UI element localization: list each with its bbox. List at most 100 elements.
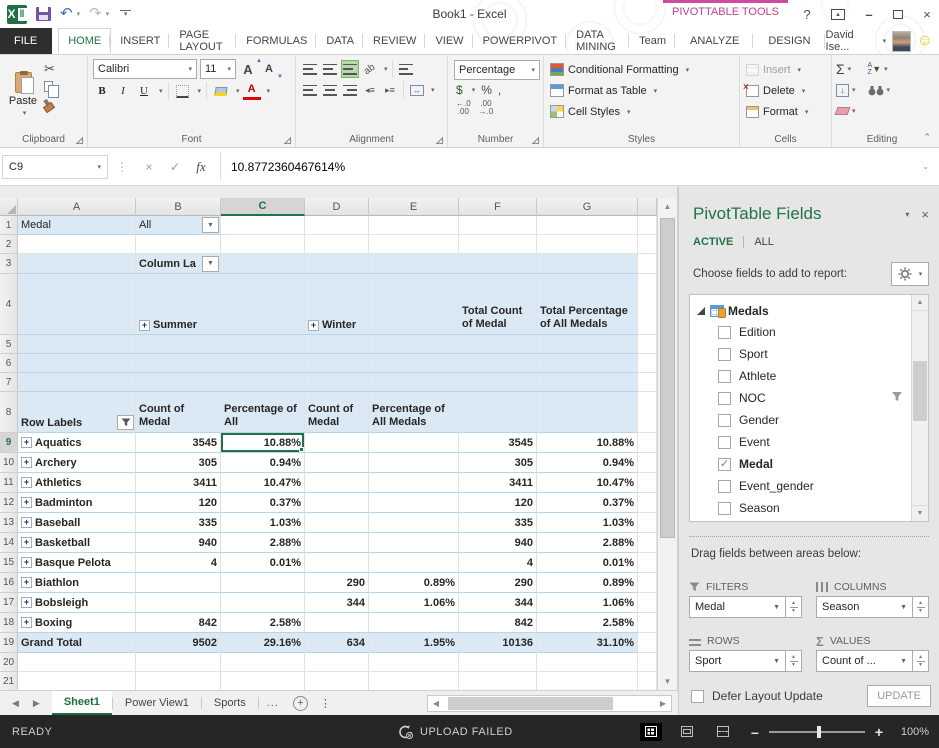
row-header-5[interactable]: 5	[0, 335, 18, 354]
cell-E20[interactable]	[369, 653, 459, 672]
align-center-button[interactable]	[321, 81, 339, 99]
cell-C10[interactable]: 0.94%	[221, 453, 305, 473]
column-header-C[interactable]: C	[221, 198, 305, 216]
cell-C21[interactable]	[221, 672, 305, 690]
format-painter-button[interactable]	[44, 96, 60, 113]
clear-button[interactable]: ▾	[836, 102, 856, 120]
cell-G10[interactable]: 0.94%	[537, 453, 638, 473]
row-header-1[interactable]: 1	[0, 216, 18, 235]
filters-stepper[interactable]: ▲▼	[786, 596, 802, 618]
cell-D20[interactable]	[305, 653, 369, 672]
fields-scroll-thumb[interactable]	[913, 361, 927, 421]
comma-style-button[interactable]: ,	[498, 83, 501, 97]
cell-H5[interactable]	[638, 335, 657, 354]
cell-B19[interactable]: 9502	[136, 633, 221, 653]
paste-button[interactable]: Paste ▾	[2, 58, 44, 131]
format-as-table-button[interactable]: Format as Table▾	[550, 81, 689, 100]
defer-layout-checkbox[interactable]	[691, 690, 704, 703]
cell-D1[interactable]	[305, 216, 369, 235]
sheet-nav-left-icon[interactable]: ◀	[12, 698, 19, 709]
cell-E10[interactable]	[369, 453, 459, 473]
row-header-4[interactable]: 4	[0, 274, 18, 335]
wrap-text-button[interactable]	[397, 60, 415, 78]
cell-F19[interactable]: 10136	[459, 633, 537, 653]
minimize-icon[interactable]: –	[861, 7, 877, 22]
cell-H17[interactable]	[638, 593, 657, 613]
row-header-8[interactable]: 8	[0, 392, 18, 433]
tab-home[interactable]: HOME	[58, 28, 111, 54]
cell-A16[interactable]: +Biathlon	[18, 573, 136, 593]
cell-F9[interactable]: 3545	[459, 433, 537, 453]
row-header-19[interactable]: 19	[0, 633, 18, 653]
cell-A8[interactable]: Row Labels	[18, 392, 136, 433]
fields-scroll-up-icon[interactable]: ▲	[912, 295, 928, 311]
cell-B6[interactable]	[136, 354, 221, 373]
cell-B20[interactable]	[136, 653, 221, 672]
field-item-sport[interactable]: Sport	[696, 343, 911, 365]
cell-A9[interactable]: +Aquatics	[18, 433, 136, 453]
row-header-2[interactable]: 2	[0, 235, 18, 254]
cell-B7[interactable]	[136, 373, 221, 392]
cell-B13[interactable]: 335	[136, 513, 221, 533]
expand-icon[interactable]: +	[21, 617, 32, 628]
row-header-15[interactable]: 15	[0, 553, 18, 573]
cell-B9[interactable]: 3545	[136, 433, 221, 453]
cell-D14[interactable]	[305, 533, 369, 553]
user-dropdown-icon[interactable]: ▾	[883, 37, 887, 45]
tab-powerpivot[interactable]: POWERPIVOT	[474, 28, 568, 54]
column-header-G[interactable]: G	[537, 198, 638, 216]
cell-E17[interactable]: 1.06%	[369, 593, 459, 613]
expand-icon[interactable]: +	[21, 517, 32, 528]
row-header-20[interactable]: 20	[0, 653, 18, 672]
upload-status[interactable]: UPLOAD FAILED	[398, 724, 513, 739]
select-all-corner[interactable]	[0, 198, 18, 216]
field-item-medal[interactable]: ✓Medal	[696, 453, 911, 475]
collapse-table-icon[interactable]	[697, 307, 705, 315]
cell-F1[interactable]	[459, 216, 537, 235]
sort-filter-button[interactable]: AZ▼▾	[868, 60, 891, 78]
paste-dropdown-icon[interactable]: ▾	[23, 109, 27, 117]
tab-review[interactable]: REVIEW	[364, 28, 426, 54]
decrease-indent-button[interactable]: ◂≡	[361, 81, 379, 99]
collapse-ribbon-icon[interactable]: ⌃	[923, 132, 931, 143]
cell-H1[interactable]	[638, 216, 657, 235]
cell-A5[interactable]	[18, 335, 136, 354]
number-format-combo[interactable]: Percentage▾	[454, 60, 540, 80]
font-dialog-launcher-icon[interactable]	[284, 137, 291, 144]
sheet-nav-right-icon[interactable]: ▶	[33, 698, 40, 709]
vertical-scrollbar[interactable]: ▲ ▼	[657, 198, 677, 690]
cell-E2[interactable]	[369, 235, 459, 254]
cell-G3[interactable]	[537, 254, 638, 274]
cell-A12[interactable]: +Badminton	[18, 493, 136, 513]
delete-cells-button[interactable]: Delete▾	[746, 81, 808, 100]
font-size-combo[interactable]: 11▾	[200, 59, 236, 79]
field-checkbox-event-gender[interactable]	[718, 480, 731, 493]
field-checkbox-noc[interactable]	[718, 392, 731, 405]
decrease-decimal-icon[interactable]: .00→.0	[479, 100, 494, 116]
cell-B11[interactable]: 3411	[136, 473, 221, 493]
cell-B2[interactable]	[136, 235, 221, 254]
tab-design[interactable]: DESIGN	[754, 28, 825, 54]
column-header-E[interactable]: E	[369, 198, 459, 216]
cell-B21[interactable]	[136, 672, 221, 690]
cell-D17[interactable]: 344	[305, 593, 369, 613]
cell-E12[interactable]	[369, 493, 459, 513]
row-labels-filter-button[interactable]	[117, 415, 134, 430]
tab-data[interactable]: DATA	[317, 28, 364, 54]
cell-G6[interactable]	[537, 354, 638, 373]
pane-close-icon[interactable]: ×	[921, 207, 929, 222]
column-header-A[interactable]: A	[18, 198, 136, 216]
rows-stepper[interactable]: ▲▼	[786, 650, 802, 672]
table-medals[interactable]: Medals	[696, 301, 911, 321]
cell-D21[interactable]	[305, 672, 369, 690]
cell-F17[interactable]: 344	[459, 593, 537, 613]
cell-G12[interactable]: 0.37%	[537, 493, 638, 513]
page-layout-view-button[interactable]	[676, 723, 698, 741]
top-align-button[interactable]	[301, 60, 319, 78]
cell-B1[interactable]: All▼	[136, 216, 221, 235]
expand-icon[interactable]: +	[21, 537, 32, 548]
find-select-button[interactable]: ▾	[868, 81, 891, 99]
update-button[interactable]: UPDATE	[867, 685, 931, 707]
cell-C7[interactable]	[221, 373, 305, 392]
cell-D8[interactable]: Count of Medal	[305, 392, 369, 433]
